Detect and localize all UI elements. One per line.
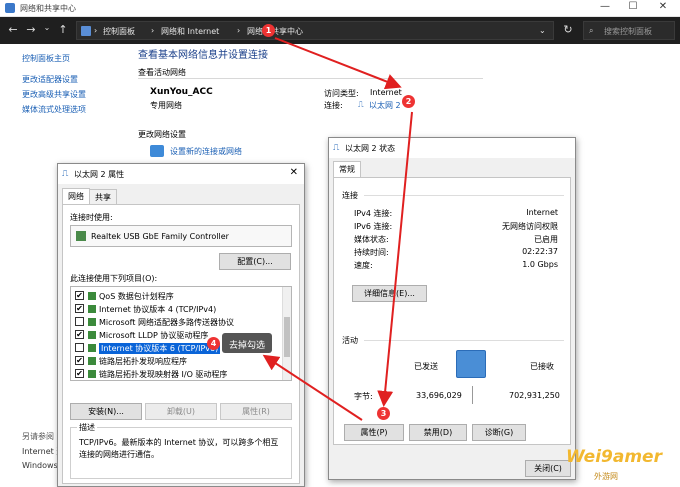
watermark-sub: 外游网 bbox=[594, 472, 618, 481]
arrow-to-ipv6 bbox=[262, 354, 363, 421]
annotation-arrows bbox=[262, 37, 413, 421]
arrow-to-connection bbox=[274, 37, 402, 90]
watermark-logo: Wei9amer bbox=[566, 447, 662, 467]
arrow-to-properties bbox=[377, 111, 413, 407]
